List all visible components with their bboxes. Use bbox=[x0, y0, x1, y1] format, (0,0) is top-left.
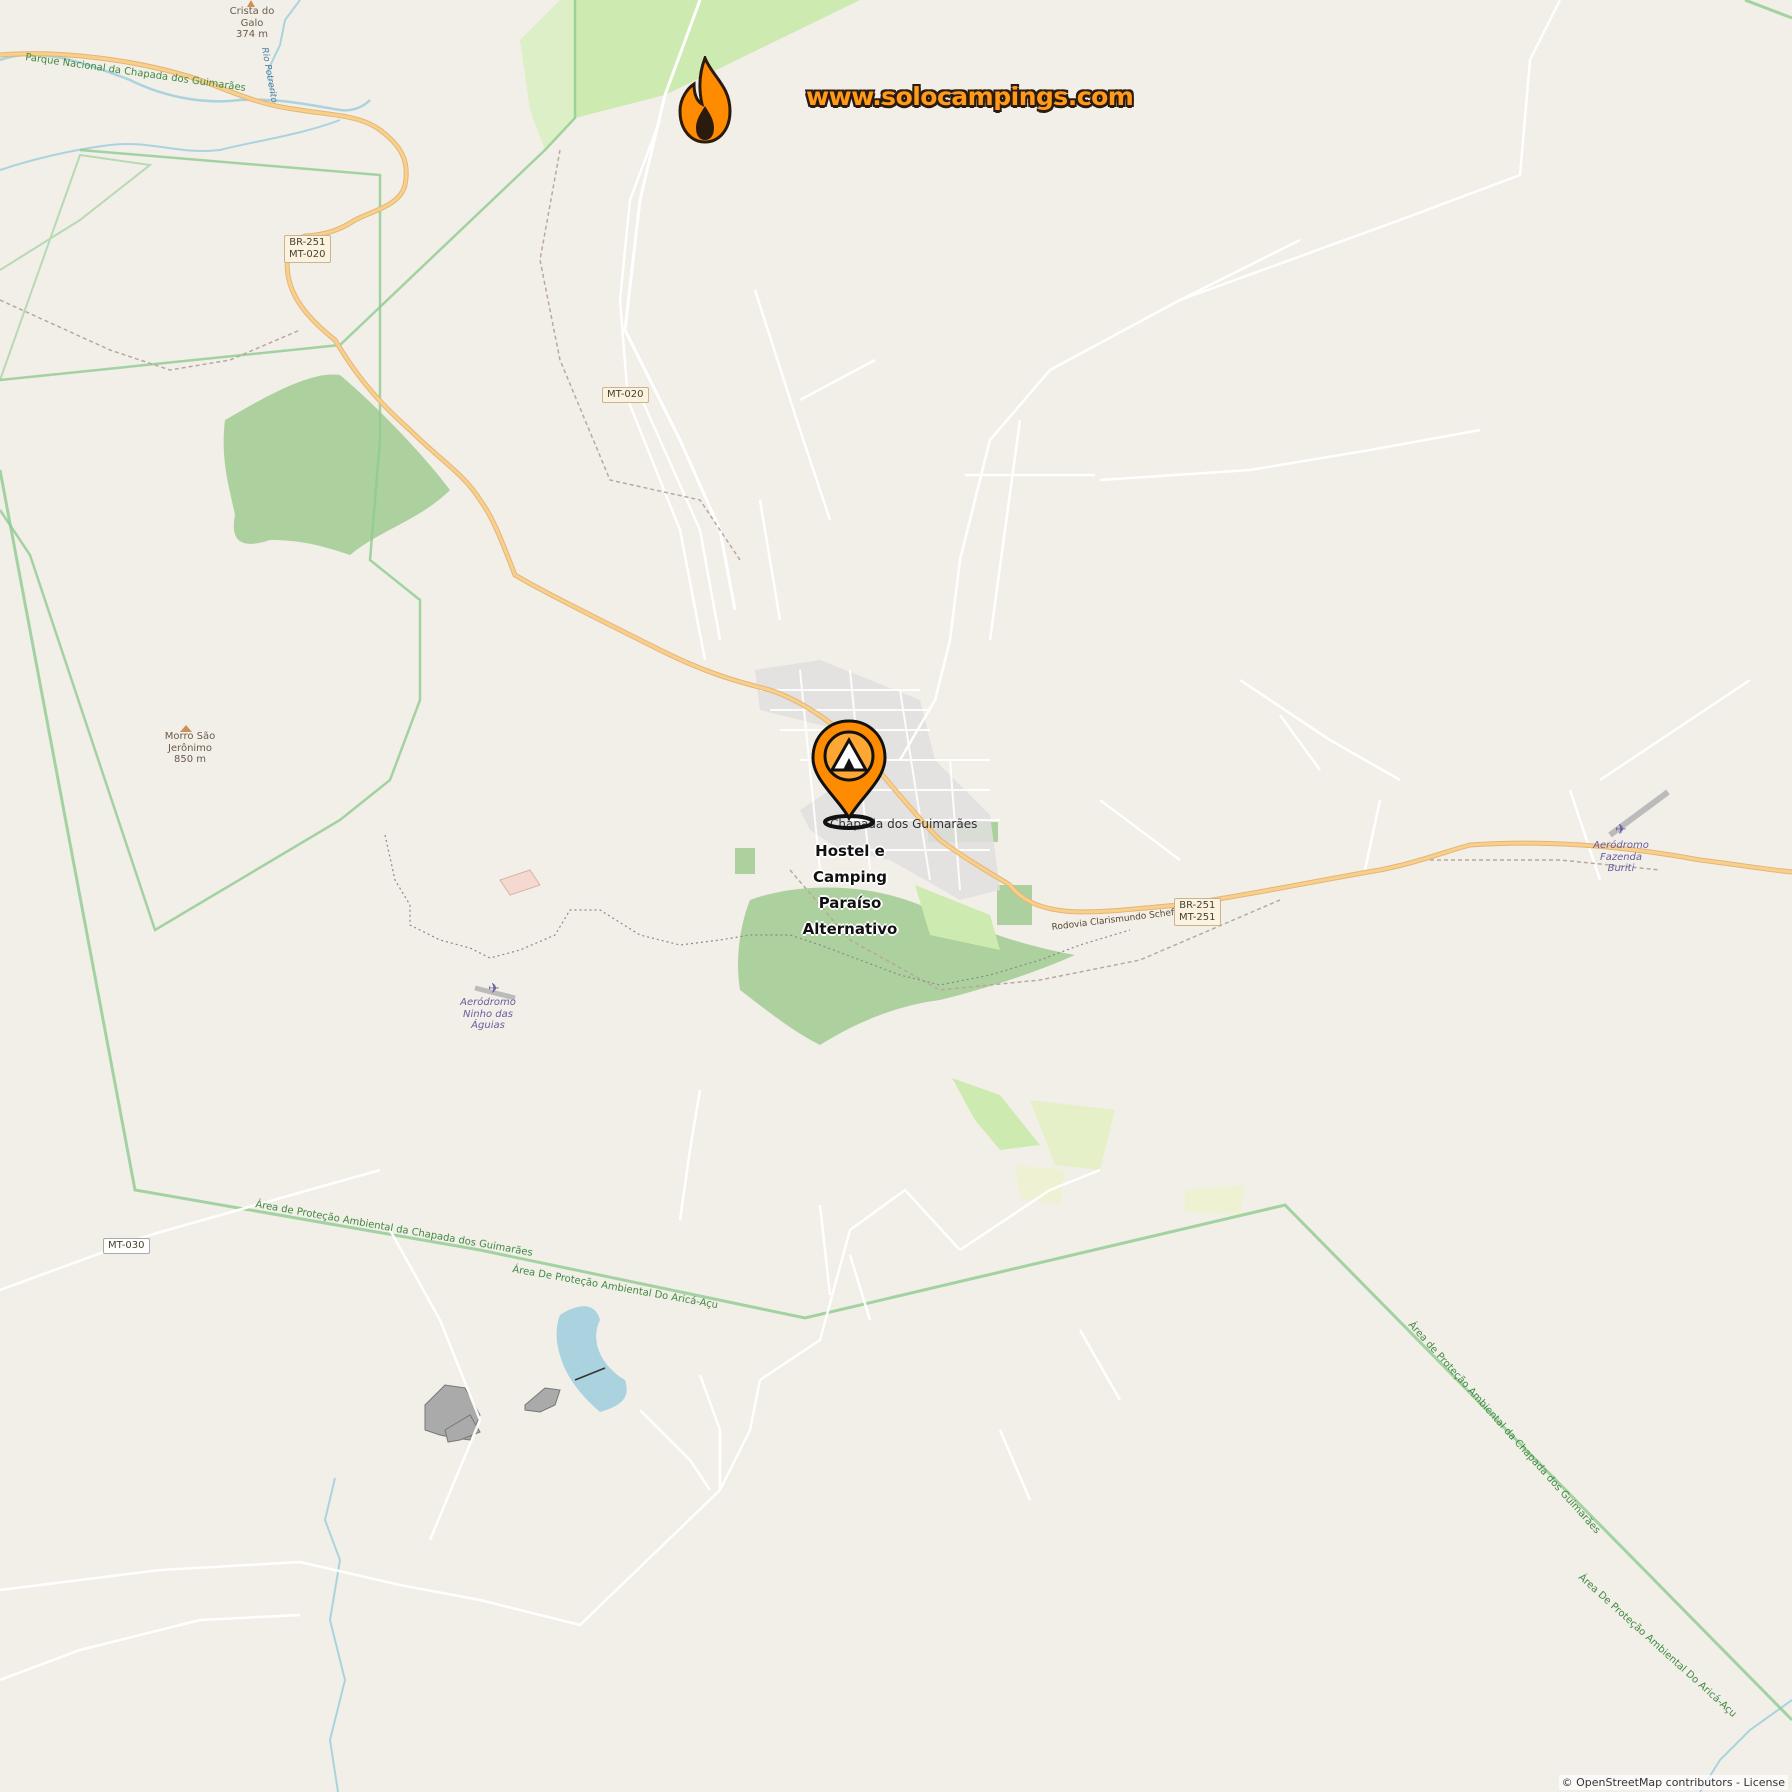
label-apa-arica-south: Área De Proteção Ambiental Do Aricá-Açu bbox=[511, 1262, 719, 1311]
road-shield-br251-mt020: BR-251 MT-020 bbox=[284, 235, 331, 263]
label-parque: Parque Nacional da Chapada dos Guimarães bbox=[25, 52, 247, 94]
place-elevation: 374 m bbox=[235, 29, 268, 40]
park-patch-south-4 bbox=[1185, 1185, 1245, 1215]
park-patch-south-3 bbox=[1015, 1165, 1065, 1205]
river-south bbox=[323, 1477, 347, 1792]
boundary-apa-arica bbox=[1744, 0, 1792, 20]
place-label-crista-do-galo: Crista do Galo 374 m bbox=[222, 6, 282, 41]
river-north-branch bbox=[0, 119, 341, 171]
place-name: Morro São Jerônimo bbox=[164, 731, 216, 754]
campfire-logo-icon bbox=[678, 56, 732, 144]
main-road-br251-east bbox=[1008, 840, 1792, 915]
label-apa-arica-east: Área De Proteção Ambiental Do Aricá-Açu bbox=[1576, 1571, 1740, 1720]
shield-line: BR-251 bbox=[1179, 900, 1216, 911]
park-patch-south-1 bbox=[952, 1078, 1040, 1150]
road-shield-mt020: MT-020 bbox=[602, 387, 649, 403]
license-link[interactable]: License bbox=[1744, 1776, 1785, 1789]
attribution-text[interactable]: © OpenStreetMap contributors bbox=[1562, 1776, 1733, 1789]
forest-patch-west bbox=[735, 848, 755, 874]
brand-website-text[interactable]: www.solocampings.com bbox=[806, 82, 1134, 111]
shield-line: BR-251 bbox=[289, 237, 326, 248]
boundary-parque-west bbox=[0, 153, 153, 381]
campsite-name-line: Hostel e bbox=[815, 842, 885, 860]
campsite-name-label[interactable]: Hostel e Camping Paraíso Alternativo bbox=[790, 838, 910, 942]
forest-area-west bbox=[223, 374, 450, 555]
airport-icon-ninho: ✈ bbox=[488, 981, 500, 997]
attribution-separator: - bbox=[1732, 1776, 1744, 1789]
label-apa-chapada-east: Área de Proteção Ambiental da Chapada do… bbox=[1406, 1318, 1604, 1536]
campsite-name-line: Paraíso bbox=[818, 894, 882, 912]
building-cluster-3 bbox=[524, 1387, 561, 1413]
boundary-airstrip-area bbox=[499, 869, 541, 896]
campsite-name-line: Camping bbox=[812, 868, 888, 886]
place-name: Crista do Galo bbox=[229, 6, 275, 29]
boundary-apa-chapada bbox=[0, 469, 1792, 1722]
airport-icon-buriti: ✈ bbox=[1615, 822, 1627, 838]
place-label-morro-sao-jeronimo: Morro São Jerônimo 850 m bbox=[150, 731, 230, 766]
road-shield-mt030: MT-030 bbox=[103, 1238, 150, 1254]
park-patch-south-2 bbox=[1030, 1100, 1115, 1170]
place-label-aerodromo-ninho: Aeródromo Ninho das Águias bbox=[460, 997, 516, 1031]
place-elevation: 850 m bbox=[173, 754, 206, 765]
lake bbox=[556, 1306, 627, 1412]
place-label-aerodromo-buriti: Aeródromo Fazenda Buriti bbox=[1593, 840, 1649, 874]
label-apa-chapada: Área de Proteção Ambiental da Chapada do… bbox=[254, 1197, 533, 1259]
campsite-name-line: Alternativo bbox=[802, 920, 898, 938]
road-shield-br251-mt251: BR-251 MT-251 bbox=[1174, 898, 1221, 926]
shield-line: MT-251 bbox=[1179, 912, 1216, 923]
tent-map-pin-icon[interactable] bbox=[808, 718, 890, 830]
shield-line: MT-020 bbox=[289, 249, 326, 260]
map-attribution: © OpenStreetMap contributors - License bbox=[1558, 1775, 1788, 1790]
